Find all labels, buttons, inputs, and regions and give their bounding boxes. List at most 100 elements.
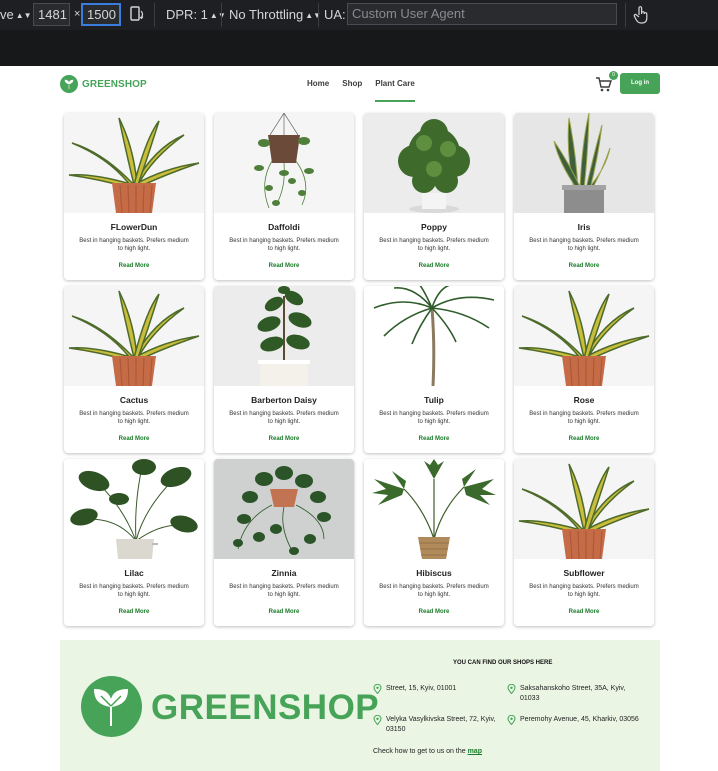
product-card[interactable]: Hibiscus Best in hanging baskets. Prefer… bbox=[364, 459, 504, 626]
updown-icon: ▲▼ bbox=[15, 11, 32, 21]
product-title: Hibiscus bbox=[416, 568, 452, 578]
brand-name: GREENSHOP bbox=[82, 78, 147, 90]
read-more-link[interactable]: Read More bbox=[214, 609, 354, 615]
shops-heading: YOU CAN FIND OUR SHOPS HERE bbox=[453, 660, 553, 666]
product-title: Daffoldi bbox=[268, 222, 300, 232]
login-button[interactable]: Log in bbox=[620, 73, 660, 94]
map-link[interactable]: map bbox=[468, 748, 482, 755]
product-description: Best in hanging baskets. Prefers medium … bbox=[379, 584, 489, 598]
read-more-link[interactable]: Read More bbox=[214, 263, 354, 269]
device-mode-label: ve bbox=[0, 7, 14, 22]
read-more-link[interactable]: Read More bbox=[364, 263, 504, 269]
product-description: Best in hanging baskets. Prefers medium … bbox=[379, 411, 489, 425]
product-image bbox=[364, 286, 504, 386]
location-pin-icon bbox=[373, 684, 382, 694]
shop-address-text: Street, 15, Kyiv, 01001 bbox=[386, 685, 457, 692]
location-pin-icon bbox=[373, 715, 382, 725]
shop-address: Velyka Vasylkivska Street, 72, Kyiv, 031… bbox=[373, 715, 503, 735]
product-image bbox=[514, 113, 654, 213]
read-more-link[interactable]: Read More bbox=[514, 436, 654, 442]
updown-icon: ▲▼ bbox=[209, 11, 226, 21]
product-description: Best in hanging baskets. Prefers medium … bbox=[79, 411, 189, 425]
product-card[interactable]: Iris Best in hanging baskets. Prefers me… bbox=[514, 113, 654, 280]
read-more-link[interactable]: Read More bbox=[514, 263, 654, 269]
product-card[interactable]: Tulip Best in hanging baskets. Prefers m… bbox=[364, 286, 504, 453]
read-more-link[interactable]: Read More bbox=[364, 609, 504, 615]
product-title: Poppy bbox=[421, 222, 447, 232]
nav-shop[interactable]: Shop bbox=[342, 79, 362, 88]
product-description: Best in hanging baskets. Prefers medium … bbox=[229, 238, 339, 252]
product-card[interactable]: Cactus Best in hanging baskets. Prefers … bbox=[64, 286, 204, 453]
product-image bbox=[214, 459, 354, 559]
shop-address-text: Velyka Vasylkivska Street, 72, Kyiv, 031… bbox=[386, 716, 496, 733]
product-card[interactable]: Subflower Best in hanging baskets. Prefe… bbox=[514, 459, 654, 626]
devtools-ruler-band bbox=[0, 30, 718, 66]
product-card[interactable]: Zinnia Best in hanging baskets. Prefers … bbox=[214, 459, 354, 626]
read-more-link[interactable]: Read More bbox=[364, 436, 504, 442]
product-card[interactable]: Lilac Best in hanging baskets. Prefers m… bbox=[64, 459, 204, 626]
shop-address: Saksahanskoho Street, 35A, Kyiv, 01033 bbox=[507, 684, 637, 704]
main-nav: Home Shop Plant Care bbox=[307, 79, 415, 102]
cart-icon[interactable]: 0 bbox=[595, 71, 618, 93]
product-image bbox=[64, 286, 204, 386]
product-image bbox=[364, 113, 504, 213]
product-title: Cactus bbox=[119, 395, 149, 405]
product-description: Best in hanging baskets. Prefers medium … bbox=[229, 584, 339, 598]
devtools-toolbar: ve ▲▼ 1481 × 1500 DPR: 1 ▲▼ No Throttling ▲… bbox=[0, 0, 718, 30]
product-title: Zinnia bbox=[271, 568, 297, 578]
shop-address-text: Peremohy Avenue, 45, Kharkiv, 03056 bbox=[520, 716, 639, 723]
product-description: Best in hanging baskets. Prefers medium … bbox=[79, 584, 189, 598]
location-pin-icon bbox=[507, 684, 516, 694]
dimension-separator: × bbox=[74, 8, 81, 20]
read-more-link[interactable]: Read More bbox=[514, 609, 654, 615]
read-more-link[interactable]: Read More bbox=[214, 436, 354, 442]
product-image bbox=[64, 113, 204, 213]
product-description: Best in hanging baskets. Prefers medium … bbox=[229, 411, 339, 425]
product-card[interactable]: Poppy Best in hanging baskets. Prefers m… bbox=[364, 113, 504, 280]
product-title: Tulip bbox=[424, 395, 444, 405]
product-description: Best in hanging baskets. Prefers medium … bbox=[529, 411, 639, 425]
product-image bbox=[64, 459, 204, 559]
cart-count-badge: 0 bbox=[609, 71, 618, 80]
product-title: Barberton Daisy bbox=[251, 395, 317, 405]
user-agent-input[interactable]: Custom User Agent bbox=[347, 3, 617, 25]
product-card[interactable]: Barberton Daisy Best in hanging baskets.… bbox=[214, 286, 354, 453]
throttling-select[interactable]: No Throttling ▲▼ bbox=[229, 4, 321, 25]
product-card[interactable]: Daffoldi Best in hanging baskets. Prefer… bbox=[214, 113, 354, 280]
product-title: Lilac bbox=[124, 568, 144, 578]
nav-home[interactable]: Home bbox=[307, 79, 329, 88]
product-image bbox=[214, 113, 354, 213]
site-logo[interactable]: GREENSHOP bbox=[60, 75, 147, 93]
product-image bbox=[514, 459, 654, 559]
ua-label: UA: bbox=[324, 7, 346, 22]
location-pin-icon bbox=[507, 715, 516, 725]
site-viewport: GREENSHOP Home Shop Plant Care 0 Log in bbox=[0, 66, 718, 771]
dpr-select[interactable]: DPR: 1 ▲▼ bbox=[166, 4, 226, 25]
footer-shops: GREENSHOP YOU CAN FIND OUR SHOPS HERE St… bbox=[60, 640, 660, 771]
read-more-link[interactable]: Read More bbox=[64, 263, 204, 269]
product-image bbox=[364, 459, 504, 559]
product-description: Best in hanging baskets. Prefers medium … bbox=[529, 584, 639, 598]
read-more-link[interactable]: Read More bbox=[64, 436, 204, 442]
product-image bbox=[514, 286, 654, 386]
read-more-link[interactable]: Read More bbox=[64, 609, 204, 615]
product-title: Subflower bbox=[563, 568, 605, 578]
shop-address-text: Saksahanskoho Street, 35A, Kyiv, 01033 bbox=[520, 685, 626, 702]
leaf-logo-icon bbox=[81, 676, 142, 737]
leaf-logo-icon bbox=[60, 75, 78, 93]
product-title: Iris bbox=[577, 222, 591, 232]
product-card[interactable]: Rose Best in hanging baskets. Prefers me… bbox=[514, 286, 654, 453]
shop-address: Street, 15, Kyiv, 01001 bbox=[373, 684, 503, 694]
dpr-label: DPR: 1 bbox=[166, 7, 208, 22]
device-mode-select[interactable]: ve ▲▼ bbox=[0, 4, 32, 25]
nav-plant-care[interactable]: Plant Care bbox=[375, 79, 415, 102]
width-input[interactable]: 1481 bbox=[33, 3, 70, 26]
product-description: Best in hanging baskets. Prefers medium … bbox=[79, 238, 189, 252]
rotate-device-icon[interactable] bbox=[129, 5, 145, 26]
throttling-label: No Throttling bbox=[229, 7, 304, 22]
product-title: Rose bbox=[573, 395, 595, 405]
product-title: FLowerDun bbox=[110, 222, 158, 232]
product-card[interactable]: FLowerDun Best in hanging baskets. Prefe… bbox=[64, 113, 204, 280]
height-input[interactable]: 1500 bbox=[81, 3, 121, 26]
touch-simulation-icon[interactable] bbox=[633, 5, 649, 26]
